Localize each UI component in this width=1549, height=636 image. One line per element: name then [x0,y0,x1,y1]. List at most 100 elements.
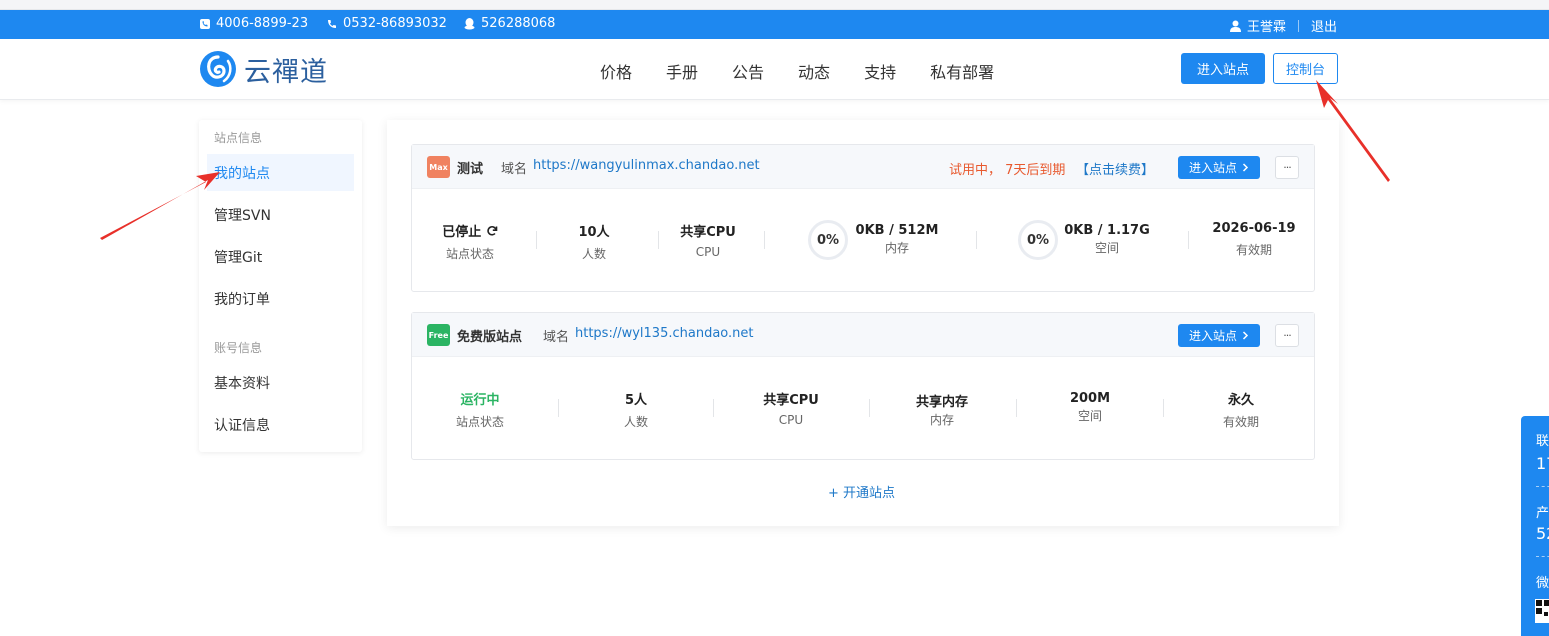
logo-swirl-icon [200,51,236,87]
domain-link[interactable]: https://wangyulinmax.chandao.net [533,158,760,173]
logo[interactable]: 云禪道 [198,49,328,89]
qq-contact: 526288068 [463,16,555,31]
divider [558,399,559,417]
enter-site-button[interactable]: 进入站点 [1181,53,1265,84]
sidebar-item-verification[interactable]: 认证信息 [207,406,354,443]
stat-disk: 200M 空间 [1050,391,1130,424]
stat-memory-label: 内存 [884,241,909,255]
chevron-right-icon [1242,163,1249,172]
sites-panel: Max 测试 域名 https://wangyulinmax.chandao.n… [387,120,1339,526]
site-name: 免费版站点 [457,330,523,345]
free-badge: Free [427,324,450,346]
renew-link[interactable]: 【点击续费】 [1076,159,1154,178]
more-options-button[interactable]: ··· [1275,324,1299,347]
stat-cpu-value: 共享CPU [680,225,736,240]
sidebar-item-my-sites[interactable]: 我的站点 [207,154,354,191]
nav-item-support[interactable]: 支持 [864,59,896,83]
phone-number-2: 0532-86893032 [343,16,447,31]
user-area: 王誉霖 退出 [1230,16,1337,35]
float-label-contact: 联 [1536,434,1549,449]
float-label-wechat: 微 [1536,576,1549,591]
annotation-arrow-right [1316,80,1390,182]
stat-expire-value: 2026-06-19 [1212,221,1296,236]
stat-memory-value: 0KB / 512M [855,223,939,238]
main-nav: 价格 手册 公告 动态 支持 私有部署 [600,59,1028,83]
stat-memory: 共享内存 内存 [902,391,982,428]
domain-label: 域名 [543,330,570,345]
stat-memory: 0KB / 512M 内存 [852,223,942,256]
sidebar-group-account-info: 账号信息 [214,341,263,355]
stat-cpu-label: CPU [695,245,721,259]
top-contact-bar: 4006-8899-23 0532-86893032 526288068 王誉霖… [0,10,1549,39]
site-enter-button[interactable]: 进入站点 [1178,324,1260,347]
divider [1536,556,1549,557]
stat-status-label: 站点状态 [455,415,504,429]
divider [1188,231,1189,249]
phone-number-1: 4006-8899-23 [216,16,309,31]
stat-expire-label: 有效期 [1235,243,1272,257]
stat-status: 已停止 站点状态 [434,221,506,262]
add-site-link[interactable]: + 开通站点 [828,482,895,501]
stat-users-value: 10人 [578,225,610,240]
nav-item-price[interactable]: 价格 [600,59,632,83]
username[interactable]: 王誉霖 [1247,16,1286,35]
logout-link[interactable]: 退出 [1311,16,1337,35]
sidebar-item-basic-profile[interactable]: 基本资料 [207,364,354,401]
chevron-right-icon [1242,331,1249,340]
stat-cpu: 共享CPU CPU [668,221,748,259]
stat-expire: 2026-06-19 有效期 [1210,221,1298,258]
disk-usage-ring: 0% [1018,220,1058,260]
user-icon [1230,20,1241,32]
logo-text: 云禪道 [244,56,328,88]
stat-expire-value: 永久 [1227,393,1254,408]
memory-usage-ring: 0% [808,220,848,260]
stat-status: 运行中 站点状态 [444,389,516,430]
nav-item-news[interactable]: 动态 [798,59,830,83]
nav-item-private-deploy[interactable]: 私有部署 [930,59,994,83]
stat-disk-label: 空间 [1094,241,1119,255]
stat-disk-value: 0KB / 1.17G [1064,223,1150,238]
float-number-2: 52 [1536,524,1549,543]
phone-contact-1: 4006-8899-23 [199,16,308,31]
sidebar-group-site-info: 站点信息 [214,131,263,145]
stat-cpu-label: CPU [778,413,804,427]
float-label-product: 产 [1536,506,1549,521]
site-card-free: Free 免费版站点 域名 https://wyl135.chandao.net… [411,312,1315,460]
divider [713,399,714,417]
site-card-header: Free 免费版站点 域名 https://wyl135.chandao.net… [412,313,1314,357]
stat-users-label: 人数 [581,247,606,261]
stat-disk: 0KB / 1.17G 空间 [1062,223,1152,256]
qr-code-icon [1535,599,1549,623]
site-enter-button[interactable]: 进入站点 [1178,156,1260,179]
divider [976,231,977,249]
sidebar-item-manage-svn[interactable]: 管理SVN [207,196,354,233]
annotation-arrow-left [100,172,220,240]
phone-contact-2: 0532-86893032 [326,16,447,31]
status-text: 已停止 [442,225,482,240]
divider [764,231,765,249]
stat-disk-label: 空间 [1077,409,1102,423]
stat-status-value: 已停止 [434,221,506,240]
stat-expire-label: 有效期 [1222,415,1259,429]
stat-expire: 永久 有效期 [1201,389,1281,430]
stat-users: 10人 人数 [558,221,630,262]
nav-item-announcement[interactable]: 公告 [732,59,764,83]
site-name: 测试 [457,162,484,177]
domain-label: 域名 [501,162,528,177]
phone-icon [328,19,336,28]
sidebar-item-manage-git[interactable]: 管理Git [207,238,354,275]
stat-status-value: 运行中 [460,393,500,408]
stat-users: 5人 人数 [600,389,672,430]
divider [1298,19,1300,32]
sidebar-item-my-orders[interactable]: 我的订单 [207,280,354,317]
more-options-button[interactable]: ··· [1275,156,1299,179]
nav-item-manual[interactable]: 手册 [666,59,698,83]
domain-link[interactable]: https://wyl135.chandao.net [575,326,753,341]
divider [658,231,659,249]
divider [1536,486,1549,487]
divider [869,399,870,417]
stat-status-label: 站点状态 [445,247,494,261]
floating-contact-panel[interactable]: 联 17 产 52 微 [1521,416,1549,636]
site-card-header: Max 测试 域名 https://wangyulinmax.chandao.n… [412,145,1314,189]
refresh-icon[interactable] [486,225,498,237]
